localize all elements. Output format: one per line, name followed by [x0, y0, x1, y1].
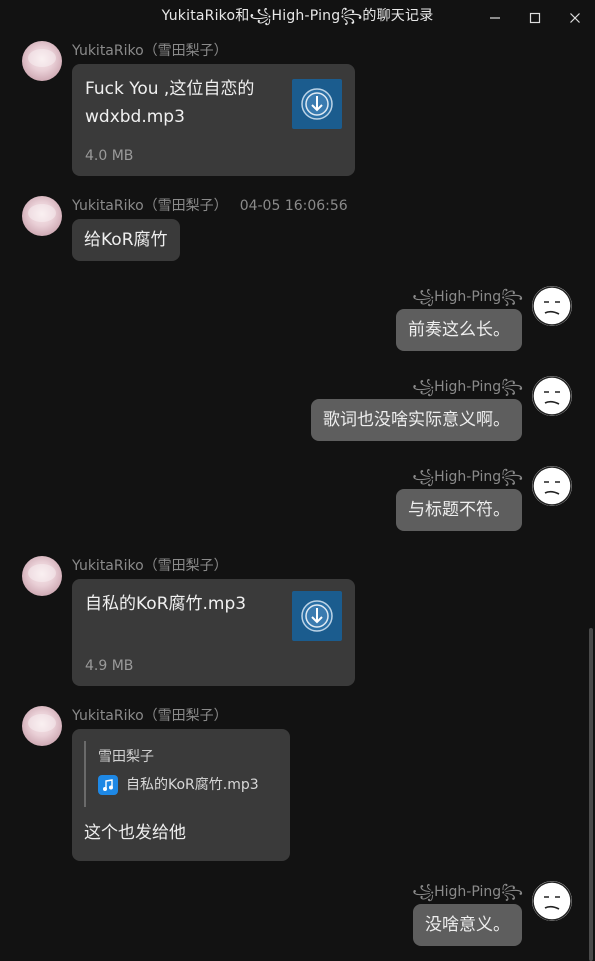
quote-file[interactable]: 自私的KoR腐竹.mp3 — [98, 773, 259, 797]
message-bubble[interactable]: 前奏这么长。 — [396, 309, 522, 351]
file-card[interactable]: Fuck You ,这位自恋的wdxbd.mp3 4.0 MB — [72, 64, 355, 176]
avatar[interactable] — [22, 556, 62, 596]
message-text: 这个也发给他 — [84, 823, 186, 843]
minimize-icon — [490, 17, 500, 19]
timestamp: 04-05 16:06:56 — [239, 198, 348, 214]
message-bubble[interactable]: 给KoR腐竹 — [72, 219, 180, 261]
sender-name: YukitaRiko（雪田梨子） — [72, 708, 228, 724]
file-name: 自私的KoR腐竹.mp3 — [85, 594, 247, 614]
message-bubble[interactable]: 没啥意义。 — [413, 904, 522, 946]
quote-file-name: 自私的KoR腐竹.mp3 — [126, 777, 259, 793]
maximize-icon — [529, 12, 541, 24]
file-size: 4.0 MB — [85, 148, 134, 164]
quote-message[interactable]: 雪田梨子 自私的KoR腐竹.mp3 这个也发给他 — [72, 729, 290, 861]
maximize-button[interactable] — [515, 0, 555, 36]
file-card[interactable]: 自私的KoR腐竹.mp3 4.9 MB — [72, 579, 355, 686]
music-icon — [98, 775, 118, 795]
scrollbar[interactable] — [589, 628, 593, 961]
file-name: Fuck You ,这位自恋的wdxbd.mp3 — [85, 79, 255, 127]
sender-name: YukitaRiko（雪田梨子） — [72, 43, 228, 59]
neutral-face-icon — [532, 286, 572, 326]
sender-label: YukitaRiko（雪田梨子） — [72, 198, 228, 214]
neutral-face-icon — [532, 376, 572, 416]
avatar[interactable] — [22, 196, 62, 236]
avatar[interactable] — [22, 41, 62, 81]
avatar[interactable] — [532, 881, 572, 921]
close-icon — [570, 13, 580, 23]
quote-bar — [84, 741, 86, 807]
quote-sender: 雪田梨子 — [98, 749, 154, 765]
neutral-face-icon — [532, 466, 572, 506]
close-button[interactable] — [555, 0, 595, 36]
file-size: 4.9 MB — [85, 658, 134, 674]
download-icon[interactable] — [292, 591, 342, 641]
sender-name: YukitaRiko（雪田梨子） 04-05 16:06:56 — [72, 195, 348, 215]
avatar[interactable] — [532, 376, 572, 416]
neutral-face-icon — [532, 881, 572, 921]
sender-name: YukitaRiko（雪田梨子） — [72, 558, 228, 574]
message-bubble[interactable]: 与标题不符。 — [396, 489, 522, 531]
avatar[interactable] — [532, 286, 572, 326]
minimize-button[interactable] — [475, 0, 515, 36]
avatar[interactable] — [532, 466, 572, 506]
window-controls — [475, 0, 595, 36]
avatar[interactable] — [22, 706, 62, 746]
message-bubble[interactable]: 歌词也没啥实际意义啊。 — [311, 399, 522, 441]
window-title: YukitaRiko和꧁High-Ping꧂的聊天记录 — [161, 7, 434, 24]
title-bar: YukitaRiko和꧁High-Ping꧂的聊天记录 — [0, 0, 595, 36]
download-icon[interactable] — [292, 79, 342, 129]
